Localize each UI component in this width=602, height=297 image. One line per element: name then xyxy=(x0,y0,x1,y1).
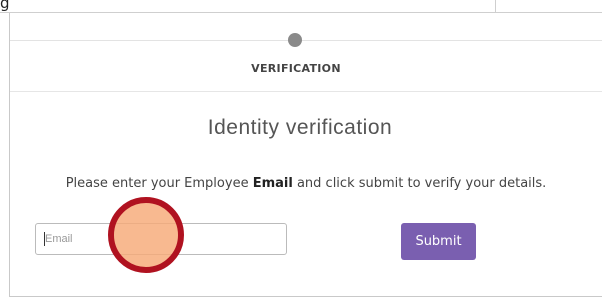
email-input[interactable] xyxy=(35,223,287,255)
top-bar-label: g xyxy=(0,0,10,12)
step-label: VERIFICATION xyxy=(251,62,341,75)
submit-button[interactable]: Submit xyxy=(401,223,476,260)
page-title: Identity verification xyxy=(207,116,393,139)
instruction-text-start: Please enter your Employee xyxy=(65,176,253,191)
step-indicator-dot xyxy=(288,33,302,47)
step-progress-line xyxy=(10,40,602,41)
top-bar: g xyxy=(0,0,496,13)
section-divider xyxy=(10,91,602,92)
instruction-email-emphasis: Email xyxy=(252,176,293,191)
instruction-text: Please enter your Employee Email and cli… xyxy=(30,176,582,191)
instruction-text-end: and click submit to verify your details. xyxy=(292,176,547,191)
text-cursor xyxy=(44,232,45,246)
